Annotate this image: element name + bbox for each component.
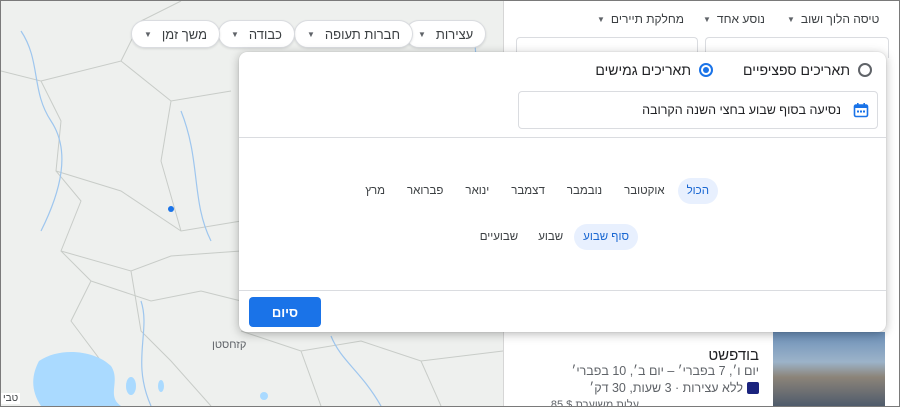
destination-photo (773, 332, 885, 406)
chevron-down-icon: ▼ (231, 29, 239, 39)
radio-specific-dates[interactable]: תאריכים ספציפיים (743, 62, 872, 78)
flexible-date-summary-field[interactable]: נסיעה בסוף שבוע בחצי השנה הקרובה (518, 91, 878, 129)
divider (239, 290, 886, 291)
passengers-select[interactable]: נוסע אחד ▼ (703, 12, 765, 26)
filter-chip-duration[interactable]: משך זמן ▼ (131, 20, 221, 48)
result-flight-info: ללא עצירות · 3 שעות, 30 דק׳ (589, 381, 759, 395)
chip-label: משך זמן (161, 26, 208, 42)
month-pill-all[interactable]: הכול (677, 178, 718, 204)
radio-flexible-dates[interactable]: תאריכים גמישים (595, 62, 714, 78)
airline-logo-icon (747, 382, 759, 394)
map-pin-icon (168, 206, 174, 212)
result-city: בודפשט (708, 347, 759, 364)
cabin-select[interactable]: מחלקת תיירים ▼ (597, 12, 684, 26)
month-pill-november[interactable]: נובמבר (558, 178, 611, 204)
trip-type-select[interactable]: טיסה הלוך ושוב ▼ (787, 12, 879, 26)
chevron-down-icon: ▼ (703, 14, 711, 24)
month-pill-march[interactable]: מרץ (356, 178, 394, 204)
map-place-label: קזחסטן (212, 339, 247, 351)
month-pill-february[interactable]: פברואר (398, 178, 452, 204)
trip-length-selector: סוף שבוע שבוע שבועיים (471, 224, 638, 250)
duration-pill-two-weeks[interactable]: שבועיים (471, 224, 528, 250)
duration-pill-week[interactable]: שבוע (529, 224, 572, 250)
chevron-down-icon: ▼ (307, 29, 315, 39)
month-pill-january[interactable]: ינואר (456, 178, 498, 204)
result-price: 85 $ עלות משוערת (550, 399, 639, 407)
flexible-dates-dialog: תאריכים ספציפיים תאריכים גמישים נסיעה בס… (239, 52, 886, 332)
month-selector: הכול אוקטובר נובמבר דצמבר ינואר פברואר מ… (356, 178, 718, 204)
divider (239, 137, 886, 138)
cabin-label: מחלקת תיירים (610, 12, 684, 26)
chip-label: חברות תעופה (324, 26, 401, 42)
date-field-text: נסיעה בסוף שבוע בחצי השנה הקרובה (642, 103, 841, 117)
radio-selected-icon (699, 63, 714, 77)
chip-label: כבודה (248, 26, 282, 42)
date-mode-radio-group: תאריכים ספציפיים תאריכים גמישים (565, 62, 872, 78)
radio-circle-icon (858, 63, 872, 77)
trip-type-label: טיסה הלוך ושוב (800, 12, 880, 26)
chevron-down-icon: ▼ (787, 14, 795, 24)
month-pill-october[interactable]: אוקטובר (615, 178, 674, 204)
app-window: עצירות ▼ חברות תעופה ▼ כבודה ▼ משך זמן ▼… (0, 0, 900, 407)
passengers-label: נוסע אחד (716, 12, 765, 26)
chevron-down-icon: ▼ (144, 29, 152, 39)
radio-specific-label: תאריכים ספציפיים (743, 62, 850, 78)
chip-label: עצירות (435, 26, 474, 42)
result-dates: יום ו׳, 7 בפברי׳ – יום ב׳, 10 בפברי׳ (571, 364, 759, 378)
result-flight-text: ללא עצירות · 3 שעות, 30 דק׳ (589, 381, 743, 395)
radio-flexible-label: תאריכים גמישים (595, 62, 692, 78)
chevron-down-icon: ▼ (597, 14, 605, 24)
filter-chip-baggage[interactable]: כבודה ▼ (218, 20, 295, 48)
chevron-down-icon: ▼ (418, 29, 426, 39)
duration-pill-weekend[interactable]: סוף שבוע (574, 224, 638, 250)
done-button[interactable]: סיום (249, 297, 321, 327)
calendar-icon (853, 103, 869, 118)
filter-chip-airlines[interactable]: חברות תעופה ▼ (294, 20, 414, 48)
month-pill-december[interactable]: דצמבר (502, 178, 554, 204)
filter-chip-stops[interactable]: עצירות ▼ (405, 20, 487, 48)
map-corner-text: טבי (1, 393, 21, 404)
